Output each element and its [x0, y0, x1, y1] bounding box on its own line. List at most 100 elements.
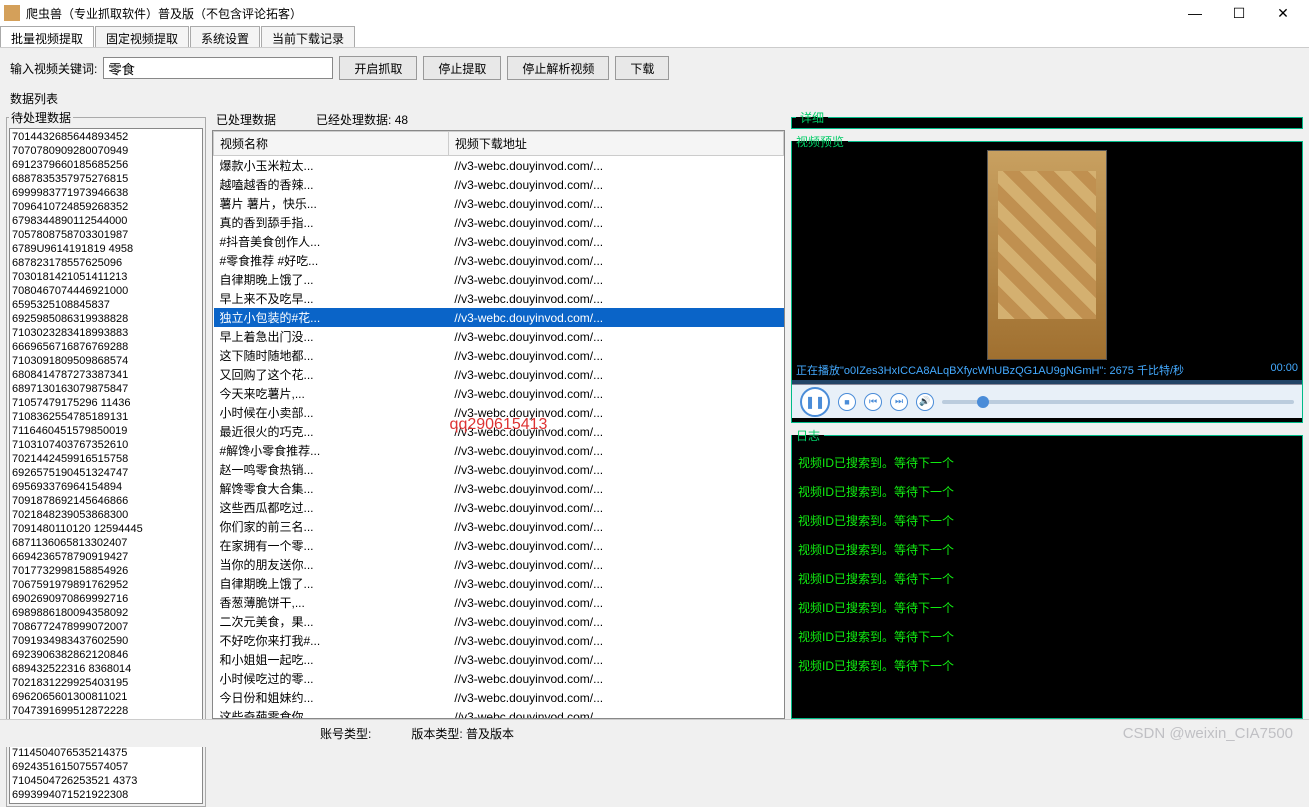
list-item[interactable]: 7096410724859268352 [12, 200, 200, 214]
pause-button[interactable]: ❚❚ [800, 387, 830, 417]
video-table-wrap[interactable]: 视频名称 视频下载地址 爆款小玉米粒太...//v3-webc.douyinvo… [212, 130, 785, 719]
list-item[interactable]: 6926575190451324747 [12, 466, 200, 480]
table-row[interactable]: 爆款小玉米粒太...//v3-webc.douyinvod.com/... [214, 156, 784, 176]
list-item[interactable]: 6871136065813302407 [12, 536, 200, 550]
list-item[interactable]: 7030181421051411213 [12, 270, 200, 284]
table-row[interactable]: 今天来吃薯片,...//v3-webc.douyinvod.com/... [214, 384, 784, 403]
list-item[interactable]: 7091934983437602590 [12, 634, 200, 648]
list-item[interactable]: 6789U9614191819 4958 [12, 242, 200, 256]
table-row[interactable]: 小时候吃过的零...//v3-webc.douyinvod.com/... [214, 669, 784, 688]
table-row[interactable]: #解馋小零食推荐...//v3-webc.douyinvod.com/... [214, 441, 784, 460]
table-row[interactable]: 今日份和姐妹约...//v3-webc.douyinvod.com/... [214, 688, 784, 707]
table-row[interactable]: 香葱薄脆饼干,...//v3-webc.douyinvod.com/... [214, 593, 784, 612]
list-item[interactable]: 6925985086319938828 [12, 312, 200, 326]
list-item[interactable]: 7104504726253521 4373 [12, 774, 200, 788]
list-item[interactable]: 7114504076535214375 [12, 746, 200, 760]
list-item[interactable]: 7116460451579850019 [12, 424, 200, 438]
list-item[interactable]: 7091480110120 12594445 [12, 522, 200, 536]
volume-icon[interactable]: 🔊 [916, 393, 934, 411]
table-row[interactable]: 这些西瓜都吃过...//v3-webc.douyinvod.com/... [214, 498, 784, 517]
table-row[interactable]: 赵一鸣零食热销...//v3-webc.douyinvod.com/... [214, 460, 784, 479]
list-item[interactable]: 7017732998158854926 [12, 564, 200, 578]
list-item[interactable]: 7021831229925403195 [12, 676, 200, 690]
log-listbox[interactable]: 视频ID已搜索到。等待下一个视频ID已搜索到。等待下一个视频ID已搜索到。等待下… [792, 444, 1302, 718]
list-item[interactable]: 7070780909280070949 [12, 144, 200, 158]
maximize-button[interactable]: ☐ [1217, 0, 1261, 26]
list-item[interactable]: 6902690970869992716 [12, 592, 200, 606]
col-url[interactable]: 视频下载地址 [448, 132, 783, 156]
list-item[interactable]: 6595325108845837 [12, 298, 200, 312]
list-item[interactable]: 6912379660185685256 [12, 158, 200, 172]
list-item[interactable]: 6924351615075574057 [12, 760, 200, 774]
list-item[interactable]: 6999983771973946638 [12, 186, 200, 200]
list-item[interactable]: 71057479175296 11436 [12, 396, 200, 410]
list-item[interactable]: 6962065601300811021 [12, 690, 200, 704]
seek-slider[interactable] [942, 400, 1294, 404]
table-row[interactable]: 自律期晚上饿了...//v3-webc.douyinvod.com/... [214, 270, 784, 289]
list-item[interactable]: 687823178557625096 [12, 256, 200, 270]
list-item[interactable]: 6887835357975276815 [12, 172, 200, 186]
close-button[interactable]: ✕ [1261, 0, 1305, 26]
keyword-input[interactable] [103, 57, 333, 79]
table-row[interactable]: 自律期晚上饿了...//v3-webc.douyinvod.com/... [214, 574, 784, 593]
table-row[interactable]: 和小姐姐一起吃...//v3-webc.douyinvod.com/... [214, 650, 784, 669]
list-item[interactable]: 6808414787273387341 [12, 368, 200, 382]
list-item[interactable]: 7086772478999072007 [12, 620, 200, 634]
table-row[interactable]: 这下随时随地都...//v3-webc.douyinvod.com/... [214, 346, 784, 365]
menu-tab-1[interactable]: 固定视频提取 [95, 26, 189, 47]
table-row[interactable]: 你们家的前三名...//v3-webc.douyinvod.com/... [214, 517, 784, 536]
pending-listbox[interactable]: 7014432685644893452707078090928007094969… [9, 128, 203, 804]
table-row[interactable]: 这些奇葩零食你...//v3-webc.douyinvod.com/... [214, 707, 784, 719]
stop-button[interactable]: 停止提取 [423, 56, 501, 80]
list-item[interactable]: 689432522316 8368014 [12, 662, 200, 676]
table-row[interactable]: 早上着急出门没...//v3-webc.douyinvod.com/... [214, 327, 784, 346]
table-row[interactable]: 最近很火的巧克...//v3-webc.douyinvod.com/... [214, 422, 784, 441]
start-button[interactable]: 开启抓取 [339, 56, 417, 80]
list-item[interactable]: 6694236578790919427 [12, 550, 200, 564]
list-item[interactable]: 7057808758703301987 [12, 228, 200, 242]
minimize-button[interactable]: — [1173, 0, 1217, 26]
list-item[interactable]: 7021442459916515758 [12, 452, 200, 466]
table-row[interactable]: 越嗑越香的香辣...//v3-webc.douyinvod.com/... [214, 175, 784, 194]
list-item[interactable]: 7014432685644893452 [12, 130, 200, 144]
list-item[interactable]: 6669656716876769288 [12, 340, 200, 354]
list-item[interactable]: 6798344890112544000 [12, 214, 200, 228]
list-item[interactable]: 7080467074446921000 [12, 284, 200, 298]
table-row[interactable]: 真的香到舔手指...//v3-webc.douyinvod.com/... [214, 213, 784, 232]
menu-tab-0[interactable]: 批量视频提取 [0, 26, 94, 47]
list-item[interactable]: 7091878692145646866 [12, 494, 200, 508]
table-row[interactable]: 早上来不及吃早...//v3-webc.douyinvod.com/... [214, 289, 784, 308]
table-row[interactable]: 二次元美食，果...//v3-webc.douyinvod.com/... [214, 612, 784, 631]
table-row[interactable]: 薯片 薯片，快乐...//v3-webc.douyinvod.com/... [214, 194, 784, 213]
stop-playback-button[interactable]: ■ [838, 393, 856, 411]
next-button[interactable]: ⏭ [890, 393, 908, 411]
list-item[interactable]: 7108362554785189131 [12, 410, 200, 424]
list-item[interactable]: 6897130163079875847 [12, 382, 200, 396]
list-item[interactable]: 6989886180094358092 [12, 606, 200, 620]
table-row[interactable]: 在家拥有一个零...//v3-webc.douyinvod.com/... [214, 536, 784, 555]
col-name[interactable]: 视频名称 [214, 132, 449, 156]
table-row[interactable]: 解馋零食大合集...//v3-webc.douyinvod.com/... [214, 479, 784, 498]
prev-button[interactable]: ⏮ [864, 393, 882, 411]
download-button[interactable]: 下载 [615, 56, 669, 80]
list-item[interactable]: 6993994071521922308 [12, 788, 200, 802]
list-item[interactable]: 7103107403767352610 [12, 438, 200, 452]
list-item[interactable]: 7103091809509868574 [12, 354, 200, 368]
menu-tab-2[interactable]: 系统设置 [190, 26, 260, 47]
table-row[interactable]: 当你的朋友送你...//v3-webc.douyinvod.com/... [214, 555, 784, 574]
list-item[interactable]: 6923906382862120846 [12, 648, 200, 662]
list-item[interactable]: 7021848239053868300 [12, 508, 200, 522]
list-item[interactable]: 7047391699512872228 [12, 704, 200, 718]
list-item[interactable]: 7103023283418993883 [12, 326, 200, 340]
menu-tab-3[interactable]: 当前下载记录 [261, 26, 355, 47]
list-item[interactable]: 7067591979891762952 [12, 578, 200, 592]
table-row[interactable]: 又回购了这个花...//v3-webc.douyinvod.com/... [214, 365, 784, 384]
table-row[interactable]: 独立小包装的#花...//v3-webc.douyinvod.com/... [214, 308, 784, 327]
table-row[interactable]: #零食推荐 #好吃...//v3-webc.douyinvod.com/... [214, 251, 784, 270]
list-item[interactable]: 695693376964154894 [12, 480, 200, 494]
stop-parse-button[interactable]: 停止解析视频 [507, 56, 609, 80]
table-row[interactable]: #抖音美食创作人...//v3-webc.douyinvod.com/... [214, 232, 784, 251]
table-row[interactable]: 小时候在小卖部...//v3-webc.douyinvod.com/... [214, 403, 784, 422]
video-preview[interactable] [792, 150, 1302, 360]
table-row[interactable]: 不好吃你来打我#...//v3-webc.douyinvod.com/... [214, 631, 784, 650]
